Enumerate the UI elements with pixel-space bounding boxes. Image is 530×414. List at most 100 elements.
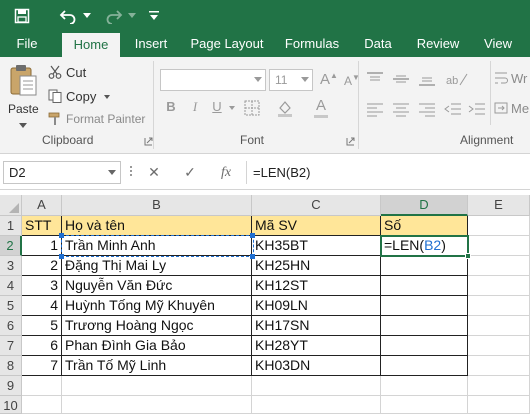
cell-e1[interactable] — [468, 216, 530, 236]
column-header-e[interactable]: E — [468, 195, 530, 216]
column-header-a[interactable]: A — [22, 195, 62, 216]
align-left-icon[interactable] — [366, 101, 384, 117]
fill-handle[interactable] — [465, 253, 471, 259]
paste-button[interactable]: Paste — [6, 61, 40, 131]
cell-a5[interactable]: 4 — [22, 296, 62, 316]
row-header-7[interactable]: 7 — [0, 336, 22, 356]
cell-c5[interactable]: KH09LN — [252, 296, 381, 316]
font-size-dropdown[interactable]: 11 — [269, 69, 313, 91]
increase-font-icon[interactable]: A▲ — [320, 71, 338, 88]
enter-formula-icon[interactable]: ✓ — [178, 161, 202, 184]
cell-c8[interactable]: KH03DN — [252, 356, 381, 376]
reference-handle[interactable] — [250, 233, 255, 238]
cell-c6[interactable]: KH17SN — [252, 316, 381, 336]
cell-b9[interactable] — [62, 376, 252, 396]
undo-dropdown-icon[interactable] — [80, 0, 94, 31]
merge-button[interactable]: Me — [494, 99, 530, 117]
cell-c2[interactable]: KH35BT — [252, 236, 381, 256]
cell-b1[interactable]: Họ và tên — [62, 216, 252, 236]
tab-data[interactable]: Data — [358, 31, 398, 57]
cell-d7[interactable] — [381, 336, 468, 356]
cell-d4[interactable] — [381, 276, 468, 296]
cell-e10[interactable] — [468, 396, 530, 414]
cell-d9[interactable] — [381, 376, 468, 396]
cell-b6[interactable]: Trương Hoàng Ngọc — [62, 316, 252, 336]
tab-formulas[interactable]: Formulas — [282, 31, 342, 57]
row-header-2[interactable]: 2 — [0, 236, 22, 256]
tab-home[interactable]: Home — [62, 33, 120, 57]
cell-a6[interactable]: 5 — [22, 316, 62, 336]
cancel-formula-icon[interactable]: ✕ — [142, 161, 166, 184]
row-header-9[interactable]: 9 — [0, 376, 22, 396]
column-header-b[interactable]: B — [62, 195, 252, 216]
reference-handle[interactable] — [59, 254, 64, 259]
cell-e7[interactable] — [468, 336, 530, 356]
undo-icon[interactable] — [56, 0, 80, 31]
align-center-icon[interactable] — [392, 101, 410, 117]
cell-d3[interactable] — [381, 256, 468, 276]
row-header-8[interactable]: 8 — [0, 356, 22, 376]
bold-button[interactable]: B — [162, 99, 180, 114]
format-painter-button[interactable]: Format Painter — [48, 110, 148, 128]
copy-button[interactable]: Copy — [48, 87, 118, 105]
cell-c9[interactable] — [252, 376, 381, 396]
cell-c10[interactable] — [252, 396, 381, 414]
tab-insert[interactable]: Insert — [128, 31, 174, 57]
underline-button[interactable]: U — [208, 99, 226, 114]
redo-icon[interactable] — [102, 0, 126, 31]
cell-d10[interactable] — [381, 396, 468, 414]
cell-b7[interactable]: Phan Đình Gia Bảo — [62, 336, 252, 356]
align-bottom-icon[interactable] — [418, 71, 436, 87]
copy-dropdown-icon[interactable] — [104, 95, 110, 99]
font-name-dropdown[interactable] — [160, 69, 266, 91]
cell-e5[interactable] — [468, 296, 530, 316]
cell-d8[interactable] — [381, 356, 468, 376]
insert-function-icon[interactable]: fx — [214, 161, 238, 184]
cell-e2[interactable] — [468, 236, 530, 256]
cell-e4[interactable] — [468, 276, 530, 296]
tab-review[interactable]: Review — [412, 31, 464, 57]
italic-button[interactable]: I — [186, 99, 204, 115]
cell-c1[interactable]: Mã SV — [252, 216, 381, 236]
tab-file[interactable]: File — [8, 31, 46, 57]
cell-d5[interactable] — [381, 296, 468, 316]
align-middle-icon[interactable] — [392, 71, 410, 87]
cell-e3[interactable] — [468, 256, 530, 276]
cell-a8[interactable]: 7 — [22, 356, 62, 376]
dialog-launcher-icon[interactable] — [144, 137, 153, 146]
tab-view[interactable]: View — [478, 31, 518, 57]
decrease-indent-icon[interactable] — [444, 101, 462, 117]
cell-b2[interactable]: Trần Minh Anh — [62, 236, 252, 256]
orientation-icon[interactable]: ab — [446, 71, 468, 87]
align-top-icon[interactable] — [366, 71, 384, 87]
cell-b4[interactable]: Nguyễn Văn Đức — [62, 276, 252, 296]
column-header-d[interactable]: D — [381, 195, 468, 216]
formula-input[interactable]: =LEN(B2) — [246, 161, 530, 184]
reference-handle[interactable] — [250, 254, 255, 259]
cell-a2[interactable]: 1 — [22, 236, 62, 256]
borders-icon[interactable] — [244, 100, 260, 116]
redo-dropdown-icon[interactable] — [126, 0, 138, 31]
tab-page-layout[interactable]: Page Layout — [188, 31, 266, 57]
cell-a9[interactable] — [22, 376, 62, 396]
fill-color-icon[interactable] — [276, 99, 294, 117]
row-header-3[interactable]: 3 — [0, 256, 22, 276]
cell-a7[interactable]: 6 — [22, 336, 62, 356]
cell-a1[interactable]: STT — [22, 216, 62, 236]
name-box[interactable]: D2 — [3, 161, 121, 184]
cell-c3[interactable]: KH25HN — [252, 256, 381, 276]
wrap-text-button[interactable]: Wr — [494, 69, 530, 87]
cell-c7[interactable]: KH28YT — [252, 336, 381, 356]
cell-e6[interactable] — [468, 316, 530, 336]
row-header-5[interactable]: 5 — [0, 296, 22, 316]
cell-b5[interactable]: Huỳnh Tống Mỹ Khuyên — [62, 296, 252, 316]
reference-handle[interactable] — [59, 233, 64, 238]
cell-b3[interactable]: Đặng Thị Mai Ly — [62, 256, 252, 276]
row-header-4[interactable]: 4 — [0, 276, 22, 296]
cell-e9[interactable] — [468, 376, 530, 396]
cell-c4[interactable]: KH12ST — [252, 276, 381, 296]
select-all-button[interactable] — [0, 195, 22, 216]
increase-indent-icon[interactable] — [468, 101, 486, 117]
row-header-10[interactable]: 10 — [0, 396, 22, 414]
cell-a3[interactable]: 2 — [22, 256, 62, 276]
